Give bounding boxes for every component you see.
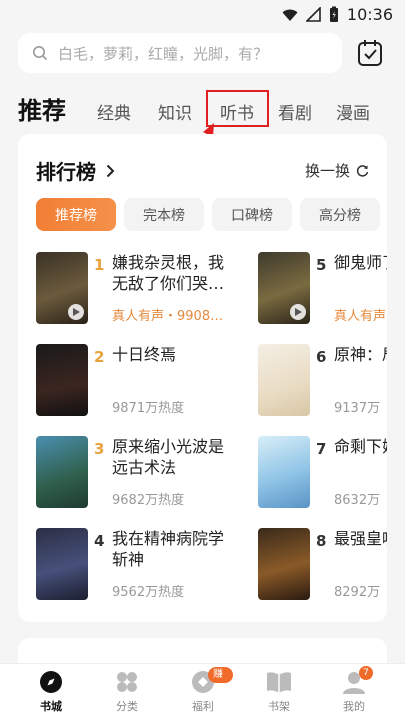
- notification-badge: 7: [359, 666, 373, 680]
- rank-number: 5: [316, 256, 327, 274]
- earn-badge: 赚钱: [208, 667, 233, 696]
- rank-number: 1: [94, 256, 105, 274]
- nav-category[interactable]: 分类: [97, 670, 157, 714]
- tab-recommend[interactable]: 推荐: [18, 91, 66, 126]
- book-title: 嫌我杂灵根，我无敌了你们哭…: [112, 253, 225, 293]
- nav-label: 书架: [268, 700, 290, 713]
- compass-icon: [40, 671, 62, 693]
- book-meta: 9682万热度: [112, 493, 185, 508]
- bottom-nav: 书城 分类 福利 赚钱 书架 我的 7: [0, 663, 405, 720]
- list-item[interactable]: 1 嫌我杂灵根，我无敌了你们哭… 真人有声・9908…: [36, 252, 236, 326]
- book-meta: 8292万: [334, 585, 381, 600]
- book-title: 最强皇唤女臣: [334, 529, 387, 548]
- book-meta: 真人有声: [334, 309, 387, 324]
- chevron-right-icon: [106, 164, 115, 177]
- book-title: 十日终焉: [112, 345, 177, 364]
- ranking-filters: 推荐榜 完本榜 口碑榜 高分榜: [36, 198, 380, 231]
- book-cover: [36, 252, 88, 324]
- filter-recommend[interactable]: 推荐榜: [36, 198, 116, 231]
- list-item[interactable]: 4 我在精神病院学斩神 9562万热度: [36, 528, 236, 602]
- refresh-icon: [356, 165, 369, 177]
- book-cover: [36, 436, 88, 508]
- refresh-button[interactable]: 换一换: [305, 160, 369, 181]
- rank-number: 8: [316, 532, 327, 550]
- refresh-label: 换一换: [304, 162, 350, 180]
- rank-number: 7: [316, 440, 327, 458]
- book-title: 御鬼师了亿只: [334, 253, 387, 272]
- ranking-list: 1 嫌我杂灵根，我无敌了你们哭… 真人有声・9908… 2 十日终焉 9871万…: [18, 246, 387, 616]
- play-icon: [290, 304, 306, 320]
- book-title: 命剩下姐姐踏: [334, 437, 387, 456]
- ranking-card: 排行榜 换一换 推荐榜 完本榜 口碑榜 高分榜 1 嫌我杂灵根，我无敌了你们哭……: [18, 134, 387, 622]
- rank-number: 6: [316, 348, 327, 366]
- list-item[interactable]: 8 最强皇唤女臣 8292万: [258, 528, 387, 602]
- signal-icon: [305, 7, 321, 22]
- book-title: 原神：局暴打: [334, 345, 387, 364]
- rank-number: 4: [94, 532, 105, 550]
- filter-high-score[interactable]: 高分榜: [300, 198, 380, 231]
- book-meta: 8632万: [334, 493, 381, 508]
- book-meta: 9137万: [334, 401, 381, 416]
- book-icon: [267, 672, 291, 693]
- book-meta: 真人有声・9908…: [112, 309, 224, 324]
- search-icon: [33, 46, 48, 61]
- battery-icon: [329, 6, 338, 22]
- nav-label: 福利: [192, 700, 214, 713]
- list-item[interactable]: 5 御鬼师了亿只 真人有声: [258, 252, 387, 326]
- category-icon: [117, 672, 137, 692]
- book-cover: [36, 528, 88, 600]
- tab-comics[interactable]: 漫画: [336, 99, 370, 124]
- nav-profile[interactable]: 我的 7: [324, 666, 384, 714]
- nav-label: 分类: [116, 700, 138, 713]
- book-cover: [258, 344, 310, 416]
- nav-label: 我的: [343, 700, 365, 713]
- rank-number: 3: [94, 440, 105, 458]
- book-meta: 9871万热度: [112, 401, 185, 416]
- status-bar: 10:36: [0, 0, 405, 32]
- book-cover: [258, 252, 310, 324]
- search-placeholder: 白毛，萝莉，红瞳，光脚，有？: [58, 44, 269, 63]
- list-item[interactable]: 3 原来缩小光波是远古术法 9682万热度: [36, 436, 236, 510]
- book-title: 我在精神病院学斩神: [112, 529, 225, 569]
- book-cover: [258, 528, 310, 600]
- list-item[interactable]: 7 命剩下姐姐踏 8632万: [258, 436, 387, 510]
- rank-number: 2: [94, 348, 105, 366]
- tab-classic[interactable]: 经典: [97, 99, 131, 124]
- ranking-header[interactable]: 排行榜: [36, 156, 115, 185]
- list-item[interactable]: 2 十日终焉 9871万热度: [36, 344, 236, 418]
- list-item[interactable]: 6 原神：局暴打 9137万: [258, 344, 387, 418]
- book-title: 原来缩小光波是远古术法: [112, 437, 225, 477]
- nav-bookshelf[interactable]: 书架: [249, 670, 309, 714]
- play-icon: [68, 304, 84, 320]
- wifi-icon: [282, 9, 298, 21]
- search-bar[interactable]: 白毛，萝莉，红瞳，光脚，有？: [18, 33, 342, 73]
- nav-label: 书城: [40, 700, 62, 713]
- calendar-check-icon[interactable]: [356, 38, 384, 68]
- nav-welfare[interactable]: 福利 赚钱: [173, 667, 233, 714]
- nav-bookstore[interactable]: 书城: [21, 670, 81, 714]
- ranking-title: 排行榜: [36, 160, 96, 184]
- status-time: 10:36: [346, 5, 393, 24]
- book-cover: [258, 436, 310, 508]
- tab-drama[interactable]: 看剧: [278, 99, 312, 124]
- filter-reputation[interactable]: 口碑榜: [212, 198, 292, 231]
- book-cover: [36, 344, 88, 416]
- book-meta: 9562万热度: [112, 585, 185, 600]
- filter-completed[interactable]: 完本榜: [124, 198, 204, 231]
